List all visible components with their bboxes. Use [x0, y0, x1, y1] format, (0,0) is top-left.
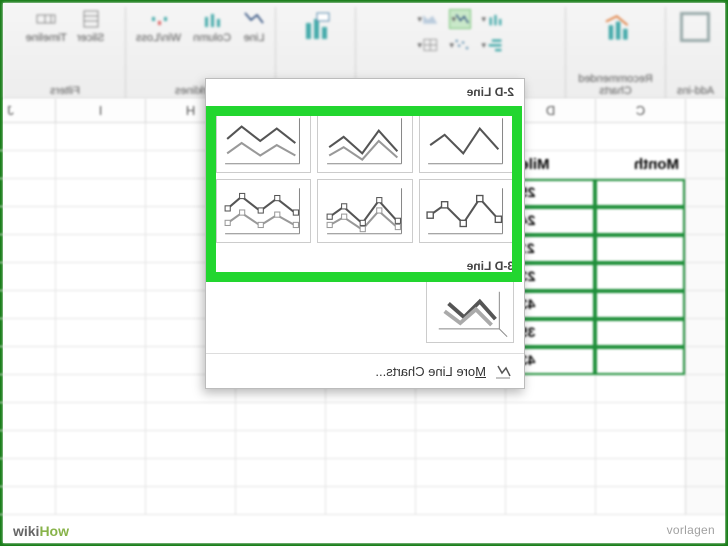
slicer-label: Slicer	[77, 32, 105, 44]
watermark-right: wikiHow	[13, 523, 69, 539]
chart-options-2d	[206, 101, 524, 253]
sparkline-winloss-icon[interactable]	[148, 9, 170, 29]
3d-line-chart-option[interactable]	[426, 281, 514, 343]
timeline-icon[interactable]	[35, 9, 57, 29]
line-chart-dropdown: 2-D Line	[205, 78, 525, 389]
sparkline-column-icon[interactable]	[201, 9, 223, 29]
slicer-icon[interactable]	[80, 9, 102, 29]
line-chart-option[interactable]	[419, 109, 514, 173]
more-line-charts-label: More Line Charts...	[375, 364, 486, 379]
cell[interactable]	[595, 235, 685, 263]
line-chart-icon[interactable]: ▾	[450, 9, 472, 29]
filters-group-label: Filters	[50, 85, 80, 97]
cell-month-header[interactable]: Month	[595, 151, 685, 179]
hbar-chart-icon[interactable]: ▾	[482, 35, 504, 55]
col-header-blank	[685, 99, 725, 122]
100-stacked-line-with-markers-option[interactable]	[216, 179, 311, 243]
cell[interactable]	[595, 179, 685, 207]
column-sparkline-label: Column	[193, 32, 231, 44]
sparkline-line-icon[interactable]	[243, 9, 265, 29]
100-stacked-line-chart-option[interactable]	[216, 109, 311, 173]
recommended-charts-label: Recommended Charts	[578, 73, 653, 97]
more-line-charts-button[interactable]: More Line Charts...	[206, 353, 524, 388]
cell[interactable]	[595, 347, 685, 375]
ribbon-group-addins: Add-ins	[665, 7, 725, 99]
section-3d-line-label: 3-D Line	[206, 253, 524, 275]
other-chart-icon[interactable]: ▾	[418, 35, 440, 55]
scatter-chart-icon[interactable]: ▾	[450, 35, 472, 55]
stacked-line-with-markers-option[interactable]	[317, 179, 412, 243]
cell[interactable]	[595, 319, 685, 347]
ribbon-group-recommended-charts[interactable]: Recommended Charts	[565, 7, 665, 99]
cell[interactable]	[595, 207, 685, 235]
ribbon-group-filters: Slicer Timeline Filters	[5, 7, 125, 99]
col-header-j[interactable]: J	[0, 99, 55, 122]
area-chart-icon[interactable]: ▾	[418, 9, 440, 29]
col-header-c[interactable]: C	[595, 99, 685, 122]
section-2d-line-label: 2-D Line	[206, 79, 524, 101]
timeline-label: Timeline	[26, 32, 67, 44]
winloss-sparkline-label: Win/Loss	[136, 32, 181, 44]
col-header-i[interactable]: I	[55, 99, 145, 122]
cell[interactable]	[595, 291, 685, 319]
cell[interactable]	[595, 263, 685, 291]
bar-chart-icon[interactable]: ▾	[482, 9, 504, 29]
line-sparkline-label: Line	[243, 32, 265, 44]
line-with-markers-option[interactable]	[419, 179, 514, 243]
stacked-line-chart-option[interactable]	[317, 109, 412, 173]
watermark-left: vorlagen	[667, 523, 715, 537]
addins-label: Add-ins	[677, 85, 714, 97]
more-charts-icon	[494, 362, 512, 380]
